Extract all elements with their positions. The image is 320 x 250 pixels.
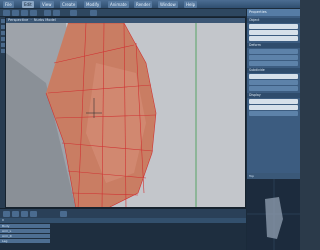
track-label-3[interactable]: Arm_R (0, 234, 50, 238)
zoom-icon[interactable] (0, 43, 5, 47)
menu-window[interactable]: Window (158, 1, 178, 8)
section-deform[interactable]: Deform (247, 43, 300, 48)
scale-tool-icon[interactable] (30, 10, 37, 16)
rewind-icon[interactable] (21, 211, 28, 217)
field-5[interactable] (249, 99, 298, 104)
field-6[interactable] (249, 105, 298, 110)
menu-create[interactable]: Create (60, 1, 78, 8)
field-3[interactable] (249, 36, 298, 41)
rotate-tool-icon[interactable] (21, 10, 28, 16)
timeline-ruler[interactable]: 0 (0, 218, 246, 223)
face-icon[interactable] (0, 37, 5, 41)
viewport-title: Perspective (8, 18, 29, 22)
menu-bar: File Edit View Create Modify Animate Ren… (0, 0, 300, 9)
track-label-4[interactable]: Leg (0, 239, 50, 243)
field-1[interactable] (249, 24, 298, 29)
stop-icon[interactable] (12, 211, 19, 217)
subdivide-option-1[interactable] (249, 80, 298, 85)
menu-edit[interactable]: Edit (22, 1, 34, 8)
snap-icon[interactable] (70, 10, 77, 16)
model-render[interactable] (6, 23, 246, 208)
mini-scene (247, 179, 300, 250)
deform-option-3[interactable] (249, 61, 298, 66)
track-label-1[interactable]: Body (0, 224, 50, 228)
deform-option-2[interactable] (249, 55, 298, 60)
menu-render[interactable]: Render (134, 1, 153, 8)
mini-viewport[interactable]: Top (246, 173, 300, 250)
subdivide-option-2[interactable] (249, 86, 298, 91)
render-icon[interactable] (90, 10, 97, 16)
edge-icon[interactable] (0, 31, 5, 35)
properties-panel: Properties Object Deform Subdivide Displ… (246, 9, 300, 173)
section-object[interactable]: Object (247, 18, 300, 23)
pointer-icon[interactable] (0, 19, 5, 23)
section-subdivide[interactable]: Subdivide (247, 68, 300, 73)
tool-row (0, 9, 246, 17)
menu-file[interactable]: File (3, 1, 14, 8)
pan-icon[interactable] (0, 49, 5, 53)
menu-view[interactable]: View (40, 1, 54, 8)
vertex-icon[interactable] (0, 25, 5, 29)
key-icon[interactable] (60, 211, 67, 217)
section-display[interactable]: Display (247, 93, 300, 98)
menu-modify[interactable]: Modify (84, 1, 102, 8)
track-label-2[interactable]: Arm_L (0, 229, 50, 233)
move-tool-icon[interactable] (12, 10, 19, 16)
display-option-1[interactable] (249, 111, 298, 116)
field-4[interactable] (249, 74, 298, 79)
select-tool-icon[interactable] (3, 10, 10, 16)
menu-animate[interactable]: Animate (108, 1, 129, 8)
panel-header: Properties (247, 9, 300, 16)
menu-help[interactable]: Help (184, 1, 198, 8)
main-viewport[interactable]: Perspective · Nurbs Model (5, 17, 246, 208)
viewport-object-label: Nurbs Model (33, 18, 56, 22)
redo-icon[interactable] (53, 10, 60, 16)
timeline[interactable]: 0 Body Arm_L Arm_R Leg (0, 218, 246, 250)
deform-option-1[interactable] (249, 49, 298, 54)
play-icon[interactable] (3, 211, 10, 217)
forward-icon[interactable] (30, 211, 37, 217)
field-2[interactable] (249, 30, 298, 35)
undo-icon[interactable] (44, 10, 51, 16)
bottom-toolbar (0, 208, 246, 218)
